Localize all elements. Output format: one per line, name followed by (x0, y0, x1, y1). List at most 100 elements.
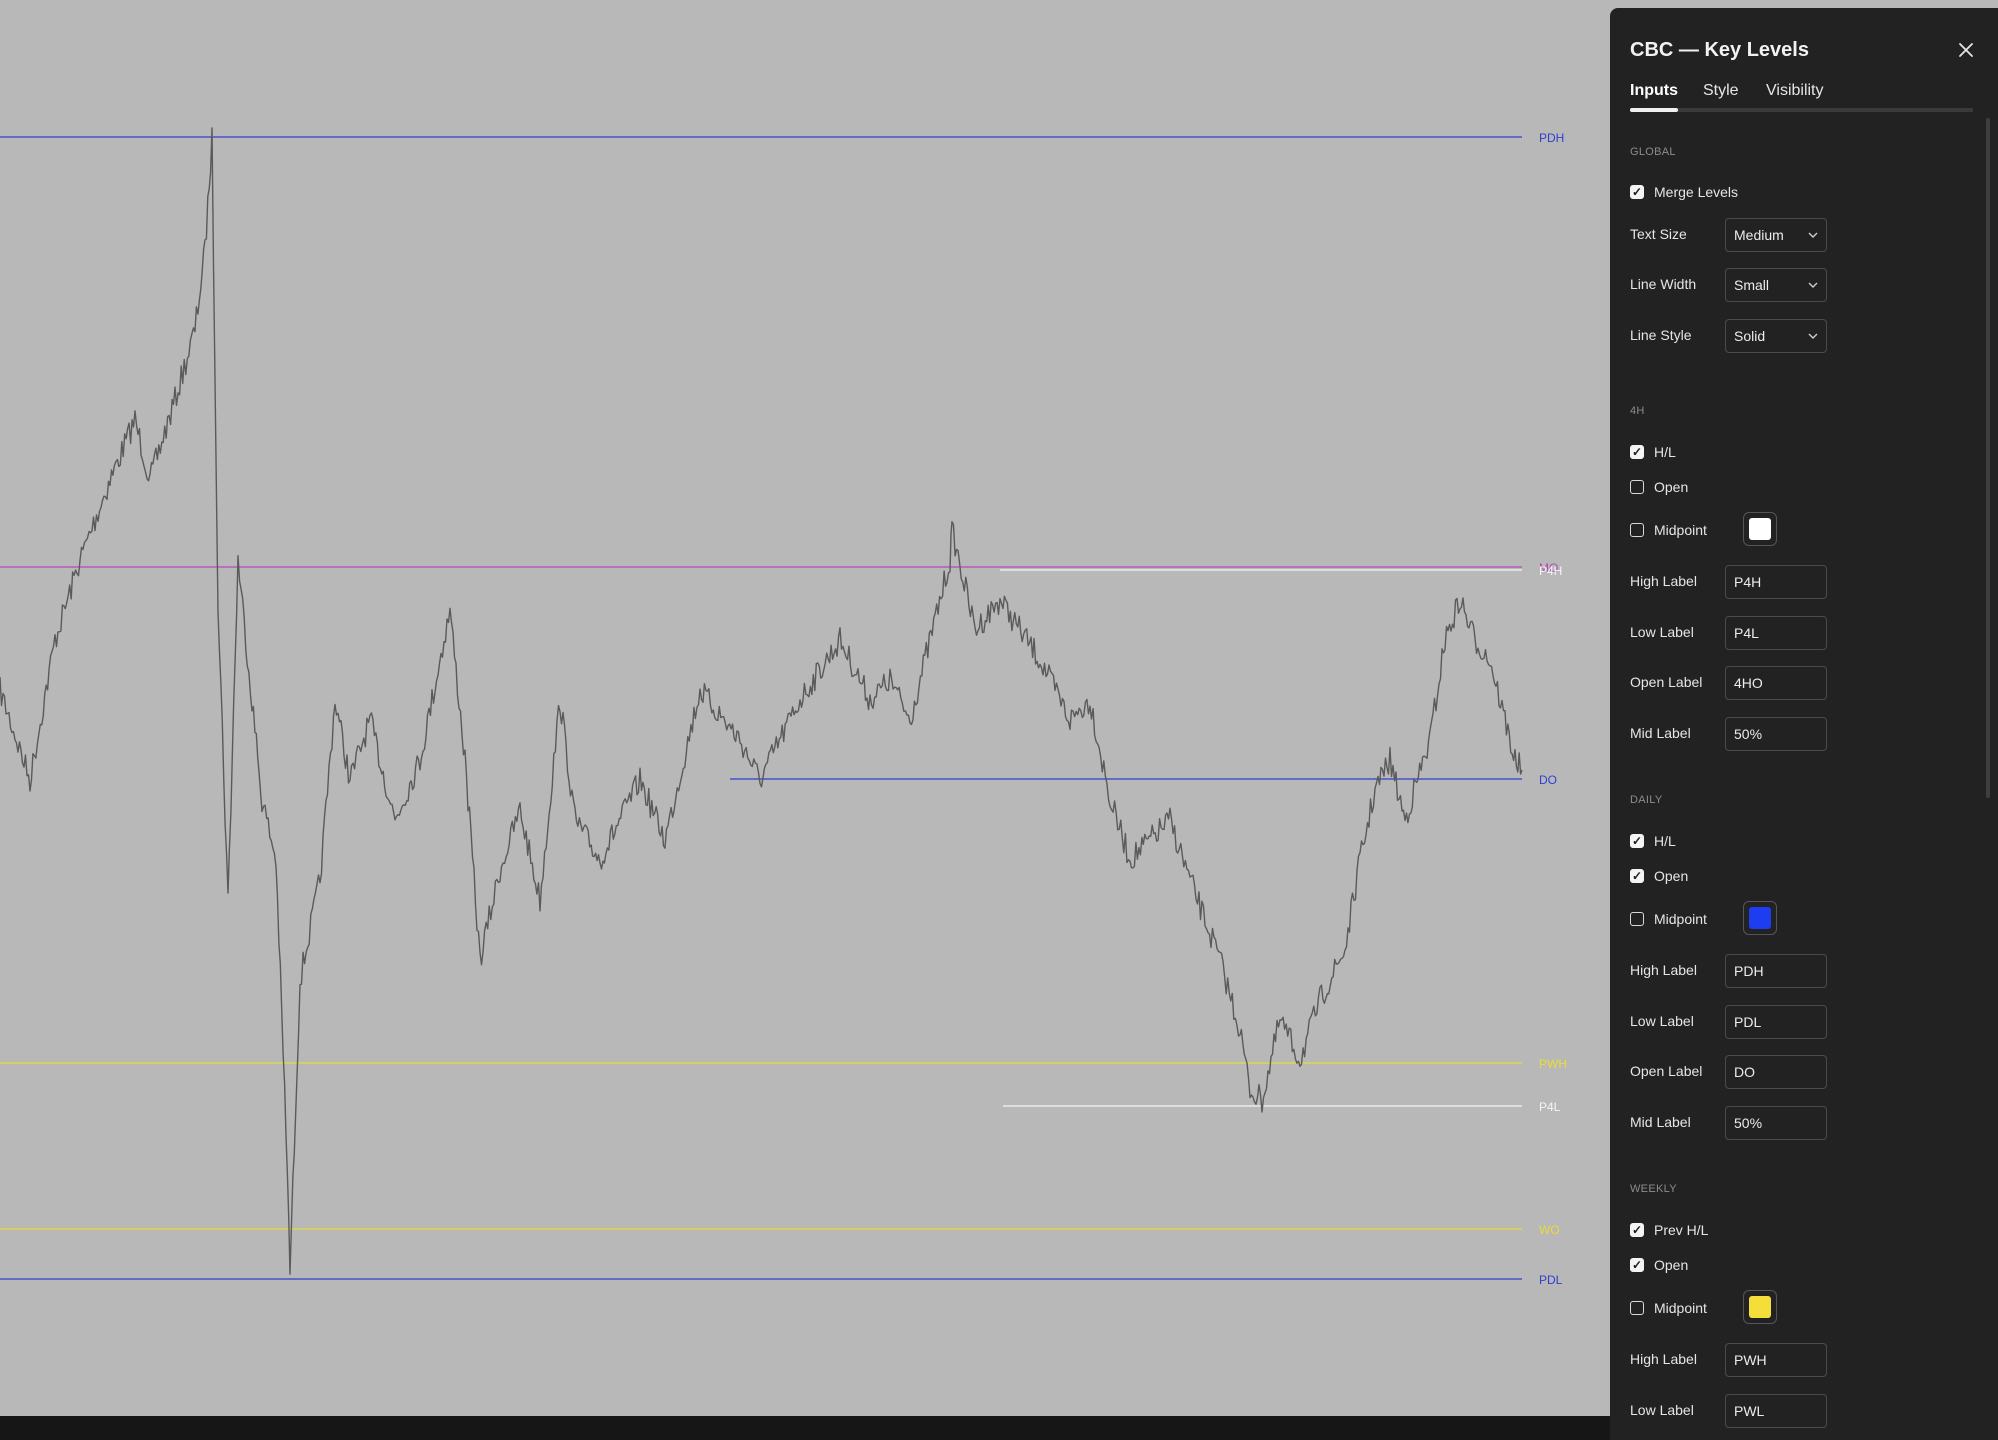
daily-open-label-input[interactable] (1725, 1055, 1827, 1089)
daily-high-label-caption: High Label (1630, 962, 1697, 978)
price-chart[interactable]: PDH MO P4H DO PWH P4L WO PDL (0, 0, 1610, 1416)
checkbox-unchecked-icon (1630, 480, 1644, 494)
4h-open-label-input[interactable] (1725, 666, 1827, 700)
color-swatch-fill (1749, 907, 1771, 929)
settings-tabs: Inputs Style Visibility (1630, 78, 1973, 112)
4h-hl-label: H/L (1654, 444, 1676, 460)
4h-open-label-caption: Open Label (1630, 674, 1703, 690)
daily-midpoint-checkbox[interactable]: Midpoint (1630, 901, 1830, 935)
text-size-label: Text Size (1630, 226, 1687, 242)
indicator-settings-panel: CBC — Key Levels Inputs Style Visibility… (1610, 8, 1998, 1440)
weekly-high-label-caption: High Label (1630, 1351, 1697, 1367)
daily-hl-label: H/L (1654, 833, 1676, 849)
panel-title: CBC — Key Levels (1630, 39, 1809, 61)
level-label-p4l: P4L (1539, 1100, 1561, 1114)
4h-open-label-row: Open Label (1630, 666, 1830, 700)
4h-mid-label-row: Mid Label (1630, 717, 1830, 751)
daily-low-label-row: Low Label (1630, 1005, 1830, 1039)
close-button[interactable] (1954, 38, 1978, 62)
line-width-label: Line Width (1630, 276, 1697, 292)
weekly-high-label-input[interactable] (1725, 1343, 1827, 1377)
merge-levels-label: Merge Levels (1654, 184, 1739, 200)
4h-low-label-input[interactable] (1725, 616, 1827, 650)
tab-visibility[interactable]: Visibility (1766, 82, 1824, 100)
weekly-midpoint-checkbox[interactable]: Midpoint (1630, 1290, 1830, 1324)
4h-mid-label-caption: Mid Label (1630, 725, 1691, 741)
4h-midpoint-color-swatch[interactable] (1743, 512, 1777, 546)
weekly-low-label-input[interactable] (1725, 1394, 1827, 1428)
active-tab-indicator (1630, 108, 1678, 112)
daily-midpoint-label: Midpoint (1654, 911, 1707, 927)
checkbox-checked-icon (1630, 1258, 1644, 1272)
color-swatch-fill (1749, 518, 1771, 540)
4h-midpoint-checkbox[interactable]: Midpoint (1630, 512, 1830, 546)
weekly-prev-hl-checkbox[interactable]: Prev H/L (1630, 1220, 1708, 1240)
daily-open-label: Open (1654, 868, 1689, 884)
weekly-high-label-row: High Label (1630, 1343, 1830, 1377)
scrollbar-thumb[interactable] (1986, 118, 1990, 798)
4h-mid-label-input[interactable] (1725, 717, 1827, 751)
daily-mid-label-row: Mid Label (1630, 1106, 1830, 1140)
daily-high-label-input[interactable] (1725, 954, 1827, 988)
text-size-value: Medium (1734, 227, 1784, 243)
checkbox-unchecked-icon (1630, 1301, 1644, 1315)
weekly-open-label: Open (1654, 1257, 1689, 1273)
4h-open-checkbox[interactable]: Open (1630, 477, 1688, 497)
checkbox-checked-icon (1630, 445, 1644, 459)
weekly-prev-hl-label: Prev H/L (1654, 1222, 1709, 1238)
daily-open-label-caption: Open Label (1630, 1063, 1703, 1079)
checkbox-checked-icon (1630, 869, 1644, 883)
level-label-do: DO (1539, 773, 1557, 787)
daily-mid-label-caption: Mid Label (1630, 1114, 1691, 1130)
weekly-midpoint-color-swatch[interactable] (1743, 1290, 1777, 1324)
4h-low-label-row: Low Label (1630, 616, 1830, 650)
close-icon (1959, 43, 1973, 57)
checkbox-checked-icon (1630, 185, 1644, 199)
4h-high-label-caption: High Label (1630, 573, 1697, 589)
weekly-open-checkbox[interactable]: Open (1630, 1255, 1688, 1275)
daily-low-label-input[interactable] (1725, 1005, 1827, 1039)
merge-levels-checkbox[interactable]: Merge Levels (1630, 182, 1738, 202)
line-width-row: Line Width Small (1630, 268, 1830, 302)
daily-open-label-row: Open Label (1630, 1055, 1830, 1089)
line-style-label: Line Style (1630, 327, 1692, 343)
checkbox-checked-icon (1630, 834, 1644, 848)
daily-high-label-row: High Label (1630, 954, 1830, 988)
4h-hl-checkbox[interactable]: H/L (1630, 442, 1676, 462)
tab-style[interactable]: Style (1703, 82, 1739, 100)
section-global: GLOBAL (1630, 146, 1676, 158)
line-style-value: Solid (1734, 328, 1766, 344)
weekly-low-label-caption: Low Label (1630, 1402, 1694, 1418)
chart-canvas[interactable]: PDHMOP4HDOPWHP4LWOPDL (0, 0, 1610, 1416)
4h-high-label-row: High Label (1630, 565, 1830, 599)
line-width-select[interactable]: Small (1725, 268, 1827, 302)
daily-open-checkbox[interactable]: Open (1630, 866, 1688, 886)
4h-low-label-caption: Low Label (1630, 624, 1694, 640)
section-daily: DAILY (1630, 794, 1663, 806)
color-swatch-fill (1749, 1296, 1771, 1318)
daily-midpoint-color-swatch[interactable] (1743, 901, 1777, 935)
text-size-select[interactable]: Medium (1725, 218, 1827, 252)
daily-hl-checkbox[interactable]: H/L (1630, 831, 1676, 851)
level-label-pdl: PDL (1539, 1273, 1563, 1287)
section-weekly: WEEKLY (1630, 1183, 1677, 1195)
price-series (0, 127, 1523, 1275)
bottom-status-bar (0, 1416, 1610, 1440)
level-label-wo: WO (1539, 1223, 1560, 1237)
4h-high-label-input[interactable] (1725, 565, 1827, 599)
4h-open-label: Open (1654, 479, 1689, 495)
daily-mid-label-input[interactable] (1725, 1106, 1827, 1140)
panel-scrollbar[interactable] (1986, 118, 1990, 1440)
line-width-value: Small (1734, 277, 1770, 293)
level-label-pwh: PWH (1539, 1057, 1567, 1071)
chevron-down-icon (1808, 282, 1818, 288)
4h-midpoint-label: Midpoint (1654, 522, 1707, 538)
line-style-row: Line Style Solid (1630, 319, 1830, 353)
chevron-down-icon (1808, 333, 1818, 339)
line-style-select[interactable]: Solid (1725, 319, 1827, 353)
tab-inputs[interactable]: Inputs (1630, 82, 1678, 100)
checkbox-unchecked-icon (1630, 912, 1644, 926)
text-size-row: Text Size Medium (1630, 218, 1830, 252)
panel-header: CBC — Key Levels (1630, 30, 1978, 70)
weekly-low-label-row: Low Label (1630, 1394, 1830, 1428)
